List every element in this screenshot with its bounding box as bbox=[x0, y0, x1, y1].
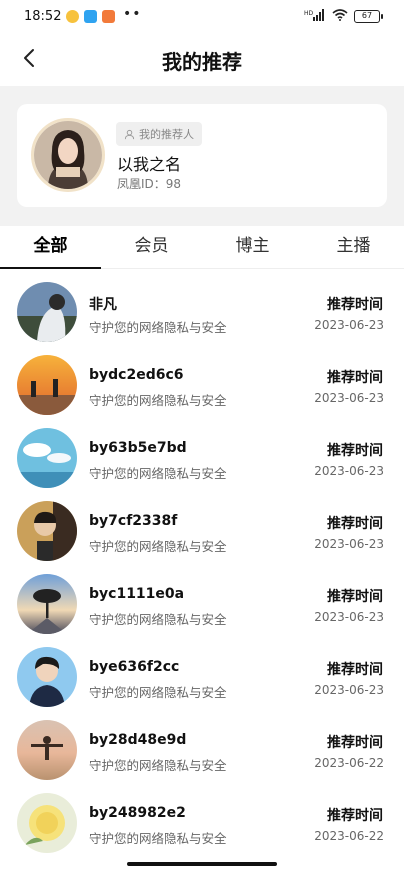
referrer-name: 以我之名 bbox=[117, 155, 182, 174]
list-item[interactable]: bydc2ed6c6 守护您的网络隐私与安全 推荐时间 2023-06-23 bbox=[0, 343, 404, 416]
item-subtitle: 守护您的网络隐私与安全 bbox=[89, 831, 227, 846]
item-date: 2023-06-23 bbox=[314, 464, 384, 478]
referrer-avatar bbox=[31, 118, 105, 192]
referrer-tag-label: 我的推荐人 bbox=[139, 128, 194, 141]
item-subtitle: 守护您的网络隐私与安全 bbox=[89, 539, 227, 554]
tab-members[interactable]: 会员 bbox=[101, 226, 202, 268]
referrer-tag: 我的推荐人 bbox=[116, 122, 202, 146]
avatar bbox=[17, 793, 77, 853]
item-subtitle: 守护您的网络隐私与安全 bbox=[89, 320, 227, 335]
tab-streamers[interactable]: 主播 bbox=[303, 226, 404, 268]
item-time-label: 推荐时间 bbox=[327, 443, 383, 459]
tab-bar: 全部 会员 博主 主播 bbox=[0, 226, 404, 269]
nav-bar: 我的推荐 bbox=[0, 34, 404, 86]
list-item[interactable]: byc1111e0a 守护您的网络隐私与安全 推荐时间 2023-06-23 bbox=[0, 562, 404, 635]
tab-all[interactable]: 全部 bbox=[0, 226, 101, 269]
item-name: by63b5e7bd bbox=[89, 440, 187, 456]
avatar bbox=[17, 720, 77, 780]
item-date: 2023-06-23 bbox=[314, 537, 384, 551]
home-indicator[interactable] bbox=[127, 862, 277, 866]
app-icon-orange bbox=[102, 10, 115, 23]
item-time-label: 推荐时间 bbox=[327, 735, 383, 751]
item-time-label: 推荐时间 bbox=[327, 516, 383, 532]
avatar bbox=[17, 574, 77, 634]
item-name: bye636f2cc bbox=[89, 659, 180, 675]
tab-bloggers[interactable]: 博主 bbox=[202, 226, 303, 268]
referrer-section: 我的推荐人 以我之名 凤凰ID：98 bbox=[0, 86, 404, 226]
item-time-label: 推荐时间 bbox=[327, 808, 383, 824]
item-date: 2023-06-23 bbox=[314, 391, 384, 405]
item-date: 2023-06-22 bbox=[314, 829, 384, 843]
referrer-card[interactable]: 我的推荐人 以我之名 凤凰ID：98 bbox=[17, 104, 387, 207]
item-date: 2023-06-23 bbox=[314, 318, 384, 332]
battery-level: 67 bbox=[361, 11, 373, 20]
avatar bbox=[17, 647, 77, 707]
avatar bbox=[17, 282, 77, 342]
item-subtitle: 守护您的网络隐私与安全 bbox=[89, 612, 227, 627]
item-name: by248982e2 bbox=[89, 805, 186, 821]
item-subtitle: 守护您的网络隐私与安全 bbox=[89, 685, 227, 700]
item-time-label: 推荐时间 bbox=[327, 297, 383, 313]
item-time-label: 推荐时间 bbox=[327, 662, 383, 678]
item-name: by28d48e9d bbox=[89, 732, 187, 748]
user-icon bbox=[124, 129, 135, 139]
item-name: 非凡 bbox=[89, 297, 117, 313]
battery-icon: 67 bbox=[354, 10, 383, 23]
item-subtitle: 守护您的网络隐私与安全 bbox=[89, 466, 227, 481]
list-item[interactable]: by28d48e9d 守护您的网络隐私与安全 推荐时间 2023-06-22 bbox=[0, 708, 404, 781]
status-bar: 18:52 •• HD 67 bbox=[0, 0, 404, 34]
status-right: HD 67 bbox=[304, 9, 383, 24]
page-title: 我的推荐 bbox=[162, 50, 242, 74]
list-item[interactable]: by63b5e7bd 守护您的网络隐私与安全 推荐时间 2023-06-23 bbox=[0, 416, 404, 489]
list-item[interactable]: by7cf2338f 守护您的网络隐私与安全 推荐时间 2023-06-23 bbox=[0, 489, 404, 562]
item-name: by7cf2338f bbox=[89, 513, 178, 529]
item-name: byc1111e0a bbox=[89, 586, 185, 602]
item-subtitle: 守护您的网络隐私与安全 bbox=[89, 393, 227, 408]
item-date: 2023-06-23 bbox=[314, 610, 384, 624]
app-icon-blue bbox=[84, 10, 97, 23]
item-date: 2023-06-23 bbox=[314, 683, 384, 697]
avatar bbox=[17, 501, 77, 561]
status-time: 18:52 bbox=[24, 9, 62, 24]
list-item[interactable]: by248982e2 守护您的网络隐私与安全 推荐时间 2023-06-22 bbox=[0, 781, 404, 854]
referrer-id: 凤凰ID：98 bbox=[117, 177, 182, 191]
avatar bbox=[17, 428, 77, 488]
avatar bbox=[17, 355, 77, 415]
more-dots-icon: •• bbox=[123, 6, 142, 22]
weibo-icon bbox=[66, 10, 79, 23]
list-item[interactable]: 非凡 守护您的网络隐私与安全 推荐时间 2023-06-23 bbox=[0, 270, 404, 343]
signal-label: HD bbox=[304, 10, 314, 17]
item-time-label: 推荐时间 bbox=[327, 370, 383, 386]
item-name: bydc2ed6c6 bbox=[89, 367, 184, 383]
signal-icon: HD bbox=[304, 9, 326, 24]
list-item[interactable]: bye636f2cc 守护您的网络隐私与安全 推荐时间 2023-06-23 bbox=[0, 635, 404, 708]
item-time-label: 推荐时间 bbox=[327, 589, 383, 605]
item-subtitle: 守护您的网络隐私与安全 bbox=[89, 758, 227, 773]
recommend-list: 非凡 守护您的网络隐私与安全 推荐时间 2023-06-23 bydc2ed6c… bbox=[0, 270, 404, 854]
item-date: 2023-06-22 bbox=[314, 756, 384, 770]
wifi-icon bbox=[332, 9, 348, 24]
